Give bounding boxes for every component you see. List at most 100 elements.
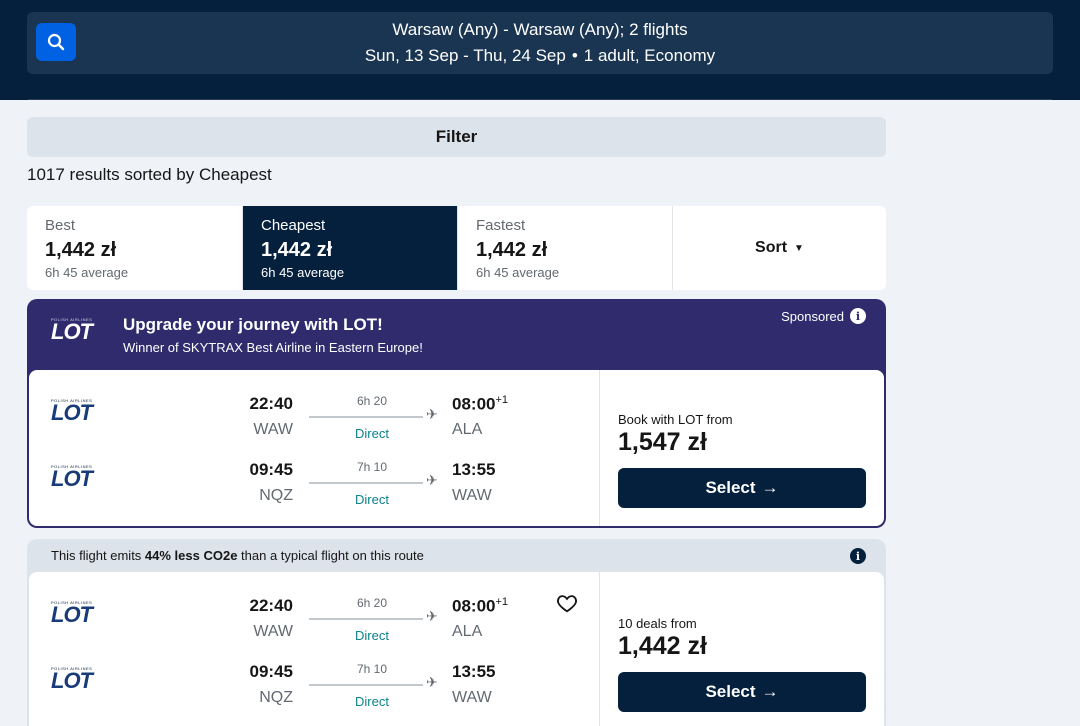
eco-highlight: 44% less CO2e: [144, 548, 238, 563]
tab-cheapest[interactable]: Cheapest 1,442 zł 6h 45 average: [242, 206, 457, 290]
price-divider: [599, 572, 600, 726]
departure-airport: NQZ: [259, 487, 293, 504]
arrow-right-icon: →: [761, 478, 779, 497]
departure-time: 22:40: [249, 596, 293, 615]
sponsored-subtitle: Winner of SKYTRAX Best Airline in Easter…: [123, 340, 423, 355]
airline-logo: POLISH AIRLINES LOT: [51, 666, 107, 696]
sponsored-tag[interactable]: Sponsored i: [781, 308, 866, 324]
arrow-right-icon: →: [761, 682, 779, 701]
departure-time: 22:40: [249, 394, 293, 413]
stops-label: Direct: [355, 628, 389, 643]
inbound-leg: POLISH AIRLINES LOT 09:45 NQZ 7h 10 ✈ Di…: [29, 458, 599, 514]
logo-text: LOT: [51, 400, 93, 425]
logo-text: LOT: [51, 466, 93, 491]
search-route: Warsaw (Any) - Warsaw (Any); 2 flights: [392, 20, 688, 39]
tab-price: 1,442 zł: [261, 239, 333, 261]
price-label: Book with LOT from: [618, 412, 733, 427]
departure-time: 09:45: [249, 662, 293, 681]
arrival-time: 13:55: [452, 460, 496, 479]
sponsored-itinerary[interactable]: POLISH AIRLINES LOT 22:40 WAW 6h 20 ✈ Di…: [29, 370, 884, 526]
price-divider: [599, 370, 600, 526]
search-summary[interactable]: Warsaw (Any) - Warsaw (Any); 2 flights S…: [27, 12, 1053, 74]
tab-average: 6h 45 average: [261, 265, 345, 280]
eco-suffix: than a typical flight on this route: [237, 548, 424, 563]
sort-tabs: Best 1,442 zł 6h 45 average Cheapest 1,4…: [27, 206, 886, 290]
stops-label: Direct: [355, 694, 389, 709]
day-offset: +1: [495, 394, 509, 406]
price-value: 1,547 zł: [618, 428, 707, 456]
departure-airport: WAW: [253, 623, 293, 640]
flight-duration: 7h 10: [356, 460, 388, 474]
departure-time: 09:45: [249, 460, 293, 479]
arrival-time-value: 08:00: [452, 394, 496, 414]
lot-logo: POLISH AIRLINES LOT: [51, 317, 101, 351]
arrival-time: 08:00+1: [452, 596, 508, 617]
arrival-time-value: 08:00: [452, 596, 496, 616]
filter-button[interactable]: Filter: [27, 117, 886, 157]
plane-icon: ✈: [426, 472, 438, 488]
sort-label: Sort: [755, 239, 788, 256]
tab-average: 6h 45 average: [45, 265, 129, 280]
route-line: [309, 416, 423, 418]
tab-price: 1,442 zł: [476, 239, 548, 261]
flight-duration: 6h 20: [356, 596, 388, 610]
tab-label: Cheapest: [261, 217, 326, 234]
select-label: Select: [705, 478, 756, 497]
sort-dropdown[interactable]: Sort ▼: [672, 206, 886, 290]
arrival-time: 08:00+1: [452, 394, 508, 415]
logo-text: LOT: [51, 602, 93, 627]
arrival-airport: ALA: [452, 421, 483, 438]
airline-logo: POLISH AIRLINES LOT: [51, 600, 107, 630]
caret-down-icon: ▼: [794, 242, 804, 254]
info-icon[interactable]: i: [850, 548, 866, 564]
departure-airport: WAW: [253, 421, 293, 438]
logo-text: LOT: [51, 668, 93, 693]
tab-label: Best: [45, 217, 76, 234]
result-card[interactable]: This flight emits 44% less CO2e than a t…: [27, 539, 886, 726]
plane-icon: ✈: [426, 674, 438, 690]
outbound-leg: POLISH AIRLINES LOT 22:40 WAW 6h 20 ✈ Di…: [29, 392, 599, 448]
tab-best[interactable]: Best 1,442 zł 6h 45 average: [27, 206, 242, 290]
airline-logo: POLISH AIRLINES LOT: [51, 398, 107, 428]
outbound-leg: POLISH AIRLINES LOT 22:40 WAW 6h 20 ✈ Di…: [29, 594, 599, 650]
tab-fastest[interactable]: Fastest 1,442 zł 6h 45 average: [457, 206, 672, 290]
route-line: [309, 618, 423, 620]
header-bar: Warsaw (Any) - Warsaw (Any); 2 flights S…: [0, 0, 1080, 100]
search-dates: Sun, 13 Sep - Thu, 24 Sep: [364, 46, 566, 65]
separator-dot: •: [571, 46, 578, 65]
airline-logo: POLISH AIRLINES LOT: [51, 464, 107, 494]
logo-text: LOT: [51, 319, 93, 344]
arrival-airport: WAW: [452, 689, 492, 706]
stops-label: Direct: [355, 492, 389, 507]
eco-prefix: This flight emits: [51, 548, 145, 563]
info-icon[interactable]: i: [850, 308, 866, 324]
select-label: Select: [705, 682, 756, 701]
flight-duration: 6h 20: [356, 394, 388, 408]
flight-duration: 7h 10: [356, 662, 388, 676]
departure-airport: NQZ: [259, 689, 293, 706]
arrival-airport: WAW: [452, 487, 492, 504]
select-button[interactable]: Select →: [618, 672, 866, 712]
tab-price: 1,442 zł: [45, 239, 117, 261]
tab-label: Fastest: [476, 217, 526, 234]
price-label: 10 deals from: [618, 616, 697, 631]
route-line: [309, 482, 423, 484]
heart-icon[interactable]: [556, 592, 578, 614]
select-button[interactable]: Select →: [618, 468, 866, 508]
sponsored-label: Sponsored: [781, 308, 844, 324]
arrival-time: 13:55: [452, 662, 496, 681]
sponsored-card[interactable]: POLISH AIRLINES LOT Upgrade your journey…: [27, 299, 886, 528]
price-value: 1,442 zł: [618, 632, 707, 660]
eco-banner: This flight emits 44% less CO2e than a t…: [51, 548, 424, 563]
result-itinerary[interactable]: POLISH AIRLINES LOT 22:40 WAW 6h 20 ✈ Di…: [29, 572, 884, 726]
plane-icon: ✈: [426, 608, 438, 624]
plane-icon: ✈: [426, 406, 438, 422]
search-passengers: 1 adult, Economy: [583, 46, 716, 65]
results-summary: 1017 results sorted by Cheapest: [27, 165, 272, 184]
route-line: [309, 684, 423, 686]
arrival-airport: ALA: [452, 623, 483, 640]
search-details: Sun, 13 Sep - Thu, 24 Sep • 1 adult, Econo…: [27, 46, 1053, 66]
day-offset: +1: [495, 596, 509, 608]
stops-label: Direct: [355, 426, 389, 441]
sponsored-title: Upgrade your journey with LOT!: [123, 315, 383, 334]
